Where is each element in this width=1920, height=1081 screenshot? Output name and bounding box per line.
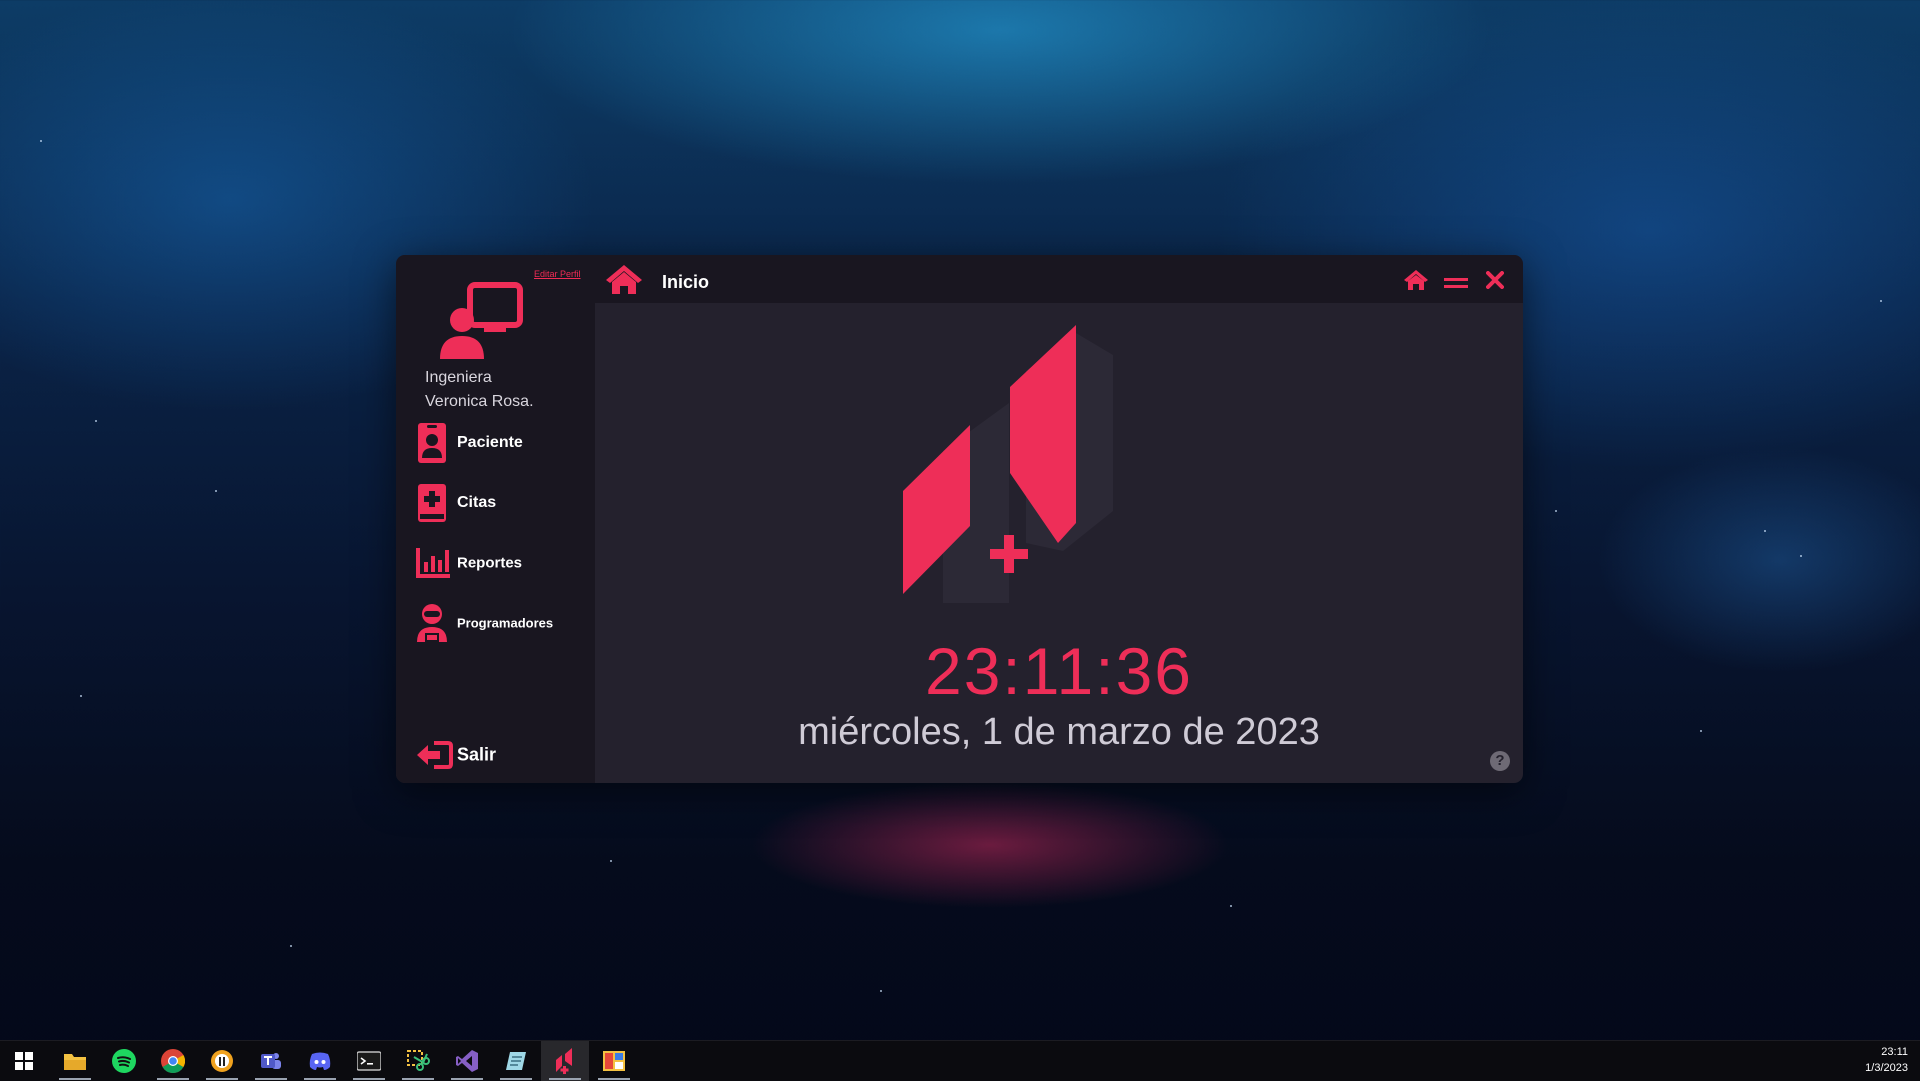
taskbar-notes[interactable] [492, 1041, 540, 1081]
taskbar-circle-app[interactable] [198, 1041, 246, 1081]
taskbar-discord[interactable] [296, 1041, 344, 1081]
photo-viewer-icon [602, 1049, 626, 1073]
system-clock[interactable]: 23:11 1/3/2023 [1865, 1044, 1908, 1076]
taskbar-visual-studio[interactable] [443, 1041, 491, 1081]
user-name: Ingeniera Veronica Rosa. [425, 366, 585, 414]
chrome-icon [161, 1049, 185, 1073]
clock-display: 23:11:36 [924, 634, 1193, 708]
medical-app-icon [553, 1048, 577, 1074]
windows-start-button[interactable] [0, 1041, 48, 1081]
main-content: 23:11:36 miércoles, 1 de marzo de 2023 ? [595, 303, 1523, 783]
snipping-tool-icon [406, 1049, 430, 1073]
windows-logo-icon [12, 1049, 36, 1073]
folder-icon [63, 1049, 87, 1073]
sidebar: Editar Perfil Ingeniera Veronica Rosa. P… [396, 255, 595, 783]
help-icon[interactable]: ? [1490, 751, 1510, 771]
taskbar-medical-app[interactable] [541, 1041, 589, 1081]
menu-label-citas: Citas [457, 494, 497, 511]
taskbar-chrome[interactable] [149, 1041, 197, 1081]
taskbar-spotify[interactable] [100, 1041, 148, 1081]
taskbar-teams[interactable] [247, 1041, 295, 1081]
home-icon[interactable] [605, 263, 643, 300]
user-fullname: Veronica Rosa. [425, 393, 534, 410]
edit-profile-link[interactable]: Editar Perfil [534, 269, 581, 279]
taskbar-terminal[interactable] [345, 1041, 393, 1081]
menu-item-paciente[interactable]: Paciente [414, 420, 589, 466]
patient-badge-icon [414, 420, 454, 466]
home-button[interactable] [1403, 269, 1429, 296]
medical-book-icon [414, 480, 454, 526]
system-date: 1/3/2023 [1865, 1062, 1908, 1074]
exit-icon [414, 732, 454, 778]
menu-label-paciente: Paciente [457, 434, 523, 451]
menu-item-citas[interactable]: Citas [414, 480, 589, 526]
app-window: Editar Perfil Ingeniera Veronica Rosa. P… [396, 255, 1523, 783]
minimize-button[interactable] [1444, 277, 1468, 295]
visual-studio-icon [455, 1049, 479, 1073]
circle-app-icon [210, 1049, 234, 1073]
discord-icon [308, 1049, 332, 1073]
taskbar: 23:11 1/3/2023 [0, 1040, 1920, 1081]
menu-label-reportes: Reportes [457, 554, 523, 572]
user-title: Ingeniera [425, 369, 492, 386]
exit-button[interactable]: Salir [414, 732, 589, 778]
date-display: miércoles, 1 de marzo de 2023 [798, 711, 1320, 753]
menu-item-reportes[interactable]: Reportes [414, 540, 589, 586]
spotify-icon [112, 1049, 136, 1073]
taskbar-file-explorer[interactable] [51, 1041, 99, 1081]
taskbar-snipping-tool[interactable] [394, 1041, 442, 1081]
menu-label-programadores: Programadores [457, 615, 554, 631]
programmer-icon [414, 600, 454, 646]
teams-icon [259, 1049, 283, 1073]
menu-item-programadores[interactable]: Programadores [414, 600, 589, 646]
title-bar: Inicio [595, 255, 1523, 303]
notes-icon [504, 1049, 528, 1073]
bar-chart-icon [414, 540, 454, 586]
page-title: Inicio [662, 272, 710, 292]
taskbar-photo-viewer[interactable] [590, 1041, 638, 1081]
terminal-icon [357, 1049, 381, 1073]
user-profile-icon [436, 280, 532, 365]
close-button[interactable] [1486, 271, 1504, 294]
exit-label: Salir [457, 744, 497, 765]
app-logo [903, 311, 1163, 616]
system-time: 23:11 [1881, 1046, 1908, 1058]
